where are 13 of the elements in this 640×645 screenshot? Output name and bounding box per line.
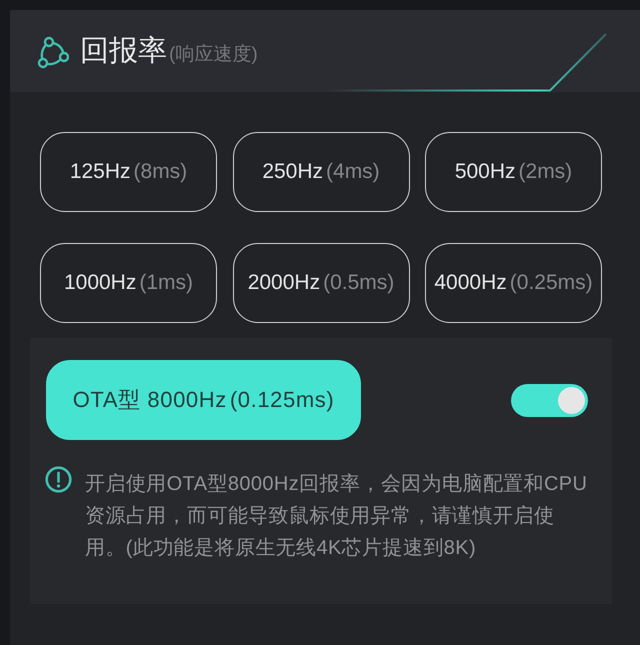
- rate-option-button[interactable]: 500Hz(2ms): [425, 132, 602, 212]
- connected-nodes-icon: [37, 36, 69, 68]
- warning-text: 开启使用OTA型8000Hz回报率，会因为电脑配置和CPU资源占用，而可能导致鼠标使用异常，请谨慎开启使用。(此功能是将原生无线4K芯片提速到8K): [85, 472, 588, 561]
- rate-option-button[interactable]: 4000Hz(0.25ms): [425, 243, 602, 323]
- rate-option-button[interactable]: 250Hz(4ms): [232, 132, 410, 212]
- rate-option-button[interactable]: 2000Hz(0.5ms): [232, 243, 410, 323]
- rate-option-button[interactable]: 125Hz(8ms): [40, 132, 217, 212]
- rate-option-button[interactable]: 1000Hz(1ms): [40, 243, 217, 323]
- toggle-switch[interactable]: [511, 384, 588, 416]
- ota-option-button[interactable]: OTA型 8000Hz(0.125ms): [46, 360, 361, 440]
- page-subtitle: (响应速度): [169, 43, 258, 67]
- page-title: 回报率: [80, 34, 167, 69]
- exclamation-circle-icon: [45, 466, 72, 493]
